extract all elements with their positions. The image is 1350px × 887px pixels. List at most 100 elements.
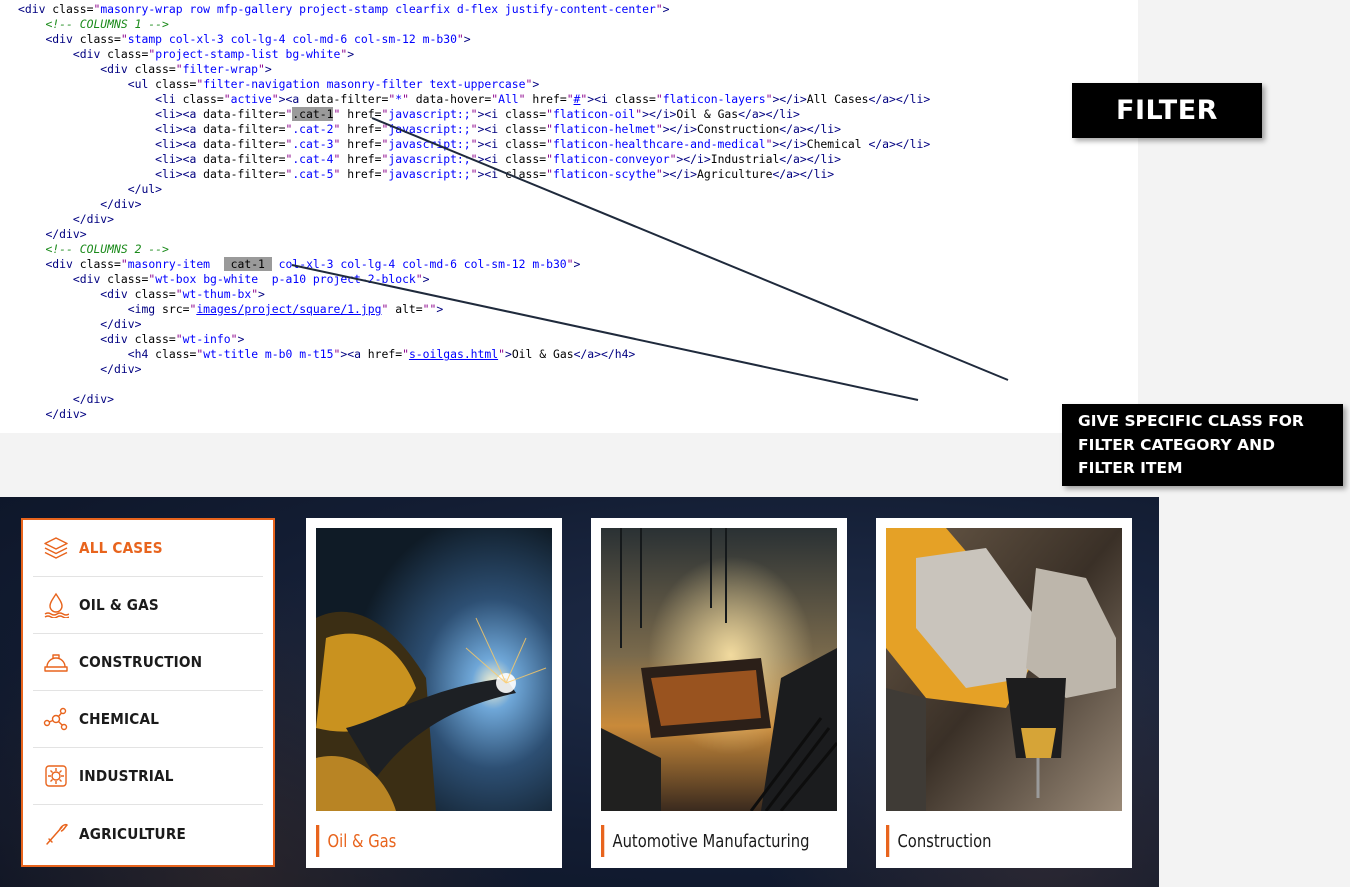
code-token: ><i xyxy=(477,107,505,121)
code-token: <div xyxy=(72,47,108,61)
project-card-oil-gas[interactable]: Oil & Gas xyxy=(306,518,562,868)
molecule-icon xyxy=(43,706,69,732)
code-token: class= xyxy=(107,47,149,61)
code-token: ></i> xyxy=(662,167,697,181)
scythe-icon xyxy=(43,821,69,847)
code-token: flaticon-oil xyxy=(552,107,636,121)
code-token: <li><a xyxy=(155,107,204,121)
code-token: " xyxy=(402,92,409,106)
filter-item-oil-gas[interactable]: Oil & Gas xyxy=(33,577,263,634)
code-token: <li><a xyxy=(155,137,204,151)
code-token: ><i xyxy=(587,92,615,106)
card-title[interactable]: Construction xyxy=(886,825,991,857)
code-token: <div xyxy=(45,32,80,46)
highlighted-class: .cat-1 xyxy=(292,107,334,121)
code-line: <img src="images/project/square/1.jpg" a… xyxy=(18,302,930,317)
code-token: Chemical xyxy=(806,137,869,151)
code-token: class= xyxy=(107,272,149,286)
card-title[interactable]: Automotive Manufacturing xyxy=(601,825,809,857)
code-token: </div> xyxy=(72,212,115,226)
code-token: wt-title m-b0 m-t15 xyxy=(203,347,334,361)
code-token: ><i xyxy=(477,122,505,136)
code-token: " xyxy=(258,62,265,76)
code-token: flaticon-conveyor xyxy=(552,152,670,166)
code-token: data-hover= xyxy=(408,92,492,106)
code-token: ></i> xyxy=(642,107,677,121)
code-token: > xyxy=(436,302,444,316)
code-token: " xyxy=(546,122,553,136)
code-token: ></i> xyxy=(772,92,807,106)
code-token: javascript:; xyxy=(388,137,471,151)
code-token: class= xyxy=(79,32,121,46)
code-token: class= xyxy=(134,287,176,301)
project-card-construction[interactable]: Construction xyxy=(876,518,1132,868)
helmet-icon xyxy=(43,649,69,675)
code-token: </div> xyxy=(100,317,142,331)
code-token: class= xyxy=(504,137,547,151)
code-token: </a></li> xyxy=(772,167,835,181)
code-token: href= xyxy=(367,347,403,361)
html-code-listing: <div class="masonry-wrap row mfp-gallery… xyxy=(18,2,930,422)
code-token: </a></h4> xyxy=(573,347,636,361)
code-token: </div> xyxy=(100,197,142,211)
filter-item-all-cases[interactable]: All Cases xyxy=(33,520,263,577)
code-token: " xyxy=(546,152,553,166)
code-line: <div class="wt-info"> xyxy=(18,332,930,347)
code-token: col-xl-3 col-lg-4 col-md-6 col-sm-12 m-b… xyxy=(271,257,567,271)
filter-item-chemical[interactable]: Chemical xyxy=(33,691,263,748)
project-card-automotive-manufacturing[interactable]: Automotive Manufacturing xyxy=(591,518,847,868)
filter-label: Agriculture xyxy=(79,824,186,843)
code-line: <div class="stamp col-xl-3 col-lg-4 col-… xyxy=(18,32,930,47)
code-token: project-stamp-list bg-white xyxy=(155,47,341,61)
code-token: ></i> xyxy=(676,152,711,166)
code-line: </div> xyxy=(18,317,930,332)
filter-label: Construction xyxy=(79,653,203,671)
code-token: > xyxy=(504,347,512,361)
code-token: ><a xyxy=(278,92,307,106)
code-token: href= xyxy=(340,107,382,121)
code-token: masonry-wrap row mfp-gallery project-sta… xyxy=(100,2,656,16)
code-token: href= xyxy=(525,92,567,106)
code-token: data-filter= xyxy=(306,92,389,106)
code-token: data-filter= xyxy=(203,167,286,181)
code-line: </div> xyxy=(18,392,930,407)
code-token: class= xyxy=(504,152,547,166)
code-token: href= xyxy=(340,167,382,181)
card-title[interactable]: Oil & Gas xyxy=(316,825,396,857)
code-token: class= xyxy=(52,2,94,16)
filter-item-industrial[interactable]: Industrial xyxy=(33,748,263,805)
code-token: </div> xyxy=(72,392,115,406)
code-token: data-filter= xyxy=(203,107,286,121)
code-token: " xyxy=(546,107,553,121)
code-token: </a></li> xyxy=(738,107,800,121)
code-line: <ul class="filter-navigation masonry-fil… xyxy=(18,77,930,92)
code-token: <li><a xyxy=(155,122,204,136)
code-token: " xyxy=(566,257,574,271)
code-token: </a></li> xyxy=(868,92,931,106)
code-token: data-filter= xyxy=(203,137,286,151)
code-token: Agriculture xyxy=(697,167,773,181)
filter-item-construction[interactable]: Construction xyxy=(33,634,263,691)
code-line: <li><a data-filter=".cat-5" href="javasc… xyxy=(18,167,930,182)
code-token: class= xyxy=(504,122,547,136)
code-token: class= xyxy=(79,257,121,271)
code-token: <img xyxy=(127,302,163,316)
code-token: " xyxy=(546,167,553,181)
code-token: " xyxy=(223,92,231,106)
code-token: data-filter= xyxy=(203,122,286,136)
code-token: <!-- COLUMNS 2 --> xyxy=(45,242,169,256)
code-line: </ul> xyxy=(18,182,930,197)
code-token: " xyxy=(470,122,478,136)
code-token: " xyxy=(120,257,128,271)
filter-item-agriculture[interactable]: Agriculture xyxy=(33,805,263,862)
code-line: <div class="filter-wrap"> xyxy=(18,62,930,77)
code-token: class= xyxy=(155,347,197,361)
code-token: > xyxy=(347,47,355,61)
code-token: <div xyxy=(72,272,108,286)
code-token: javascript:; xyxy=(388,122,471,136)
